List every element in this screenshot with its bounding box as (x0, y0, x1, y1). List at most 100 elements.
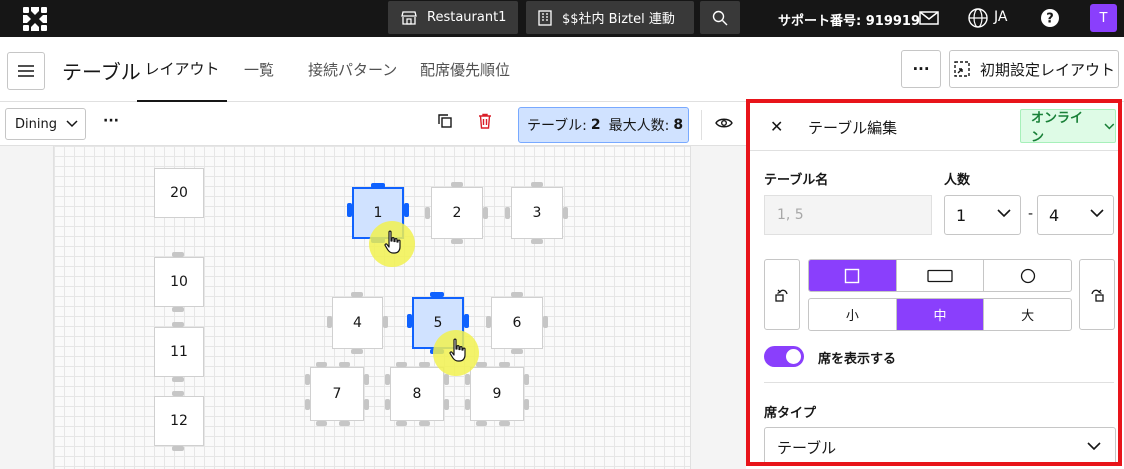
size-large-option[interactable]: 大 (984, 299, 1071, 330)
chair (451, 239, 463, 244)
app-logo-icon[interactable] (22, 6, 48, 32)
capacity-max-value: 4 (1049, 205, 1060, 225)
chair (464, 314, 469, 328)
show-seats-toggle[interactable] (764, 346, 804, 367)
capacity-label: 人数 (944, 173, 971, 188)
shape-circle-option[interactable] (984, 260, 1071, 291)
table-9[interactable]: 9 (470, 367, 524, 421)
integration-button[interactable]: $$社内 Biztel 連動 (526, 1, 694, 34)
chair (444, 374, 449, 385)
table-20[interactable]: 20 (154, 168, 204, 218)
store-icon (401, 10, 417, 25)
chair (172, 377, 184, 382)
tab-list[interactable]: 一覧 (244, 37, 274, 102)
table-4[interactable]: 4 (332, 297, 383, 349)
layout-grid[interactable]: 20 1 2 3 10 4 5 6 11 7 8 9 12 (53, 146, 691, 469)
layout-reset-icon (954, 61, 970, 77)
mail-icon[interactable] (918, 7, 940, 29)
rotate-left-icon (775, 289, 788, 302)
rotate-right-icon (1091, 289, 1104, 302)
area-select[interactable]: Dining (5, 108, 86, 140)
support-number: サポート番号: 919919 (778, 14, 920, 29)
search-icon (712, 10, 728, 25)
chair (383, 316, 388, 328)
help-icon[interactable]: ? (1039, 7, 1061, 29)
more-options-button[interactable]: ··· (901, 50, 941, 88)
chevron-down-icon (997, 209, 1011, 218)
globe-icon[interactable] (967, 7, 989, 29)
chair (505, 207, 510, 219)
table-name-input[interactable]: 1, 5 (764, 195, 932, 235)
user-avatar[interactable]: T (1090, 4, 1117, 32)
svg-text:?: ? (1046, 12, 1054, 27)
size-small-option[interactable]: 小 (809, 299, 897, 330)
chair (404, 203, 409, 217)
table-3[interactable]: 3 (511, 187, 563, 239)
capacity-max-select[interactable]: 4 (1037, 195, 1114, 235)
chair (339, 421, 350, 426)
integration-label: $$社内 Biztel 連動 (562, 12, 675, 27)
table-8[interactable]: 8 (390, 367, 444, 421)
eye-icon[interactable] (715, 116, 733, 130)
table-2[interactable]: 2 (431, 187, 483, 239)
seat-type-label: 席タイプ (764, 406, 817, 421)
chevron-down-icon (1104, 123, 1115, 129)
square-icon (845, 268, 860, 283)
toolbar-divider (701, 110, 702, 140)
status-dropdown[interactable]: オンライン (1020, 109, 1116, 145)
search-button[interactable] (700, 1, 740, 34)
capacity-min-select[interactable]: 1 (944, 195, 1021, 235)
hand-cursor-icon (449, 338, 466, 362)
menu-button[interactable] (7, 52, 45, 90)
reset-layout-label: 初期設定レイアウト (979, 60, 1115, 79)
area-select-value: Dining (15, 116, 57, 132)
table-7[interactable]: 7 (310, 367, 364, 421)
panel-title: テーブル編集 (808, 119, 898, 137)
panel-divider (764, 382, 1114, 383)
top-bar: Restaurant1 $$社内 Biztel 連動 サポート番号: 91991… (0, 0, 1124, 37)
seat-type-value: テーブル (777, 438, 837, 457)
close-icon[interactable]: ✕ (770, 117, 783, 136)
chair (396, 421, 407, 426)
tab-seating-priority[interactable]: 配席優先順位 (420, 37, 510, 102)
chevron-down-icon (1087, 442, 1101, 451)
rotate-left-button[interactable] (764, 259, 800, 330)
chair (476, 421, 487, 426)
reset-layout-button[interactable]: 初期設定レイアウト (949, 50, 1119, 88)
page-header: テーブル レイアウト 一覧 接続パターン 配席優先順位 ··· 初期設定レイアウ… (0, 37, 1124, 102)
delete-icon[interactable] (477, 113, 493, 129)
chair (563, 207, 568, 219)
restaurant-label: Restaurant1 (427, 10, 507, 25)
table-6[interactable]: 6 (491, 297, 543, 349)
tab-layout[interactable]: レイアウト (137, 37, 227, 102)
size-medium-option[interactable]: 中 (896, 299, 985, 330)
chair (483, 207, 488, 219)
chair (351, 349, 363, 354)
layout-toolbar: Dining ··· テーブル: 2 最大人数: 8 (0, 102, 746, 146)
tables-count-label: テーブル: (527, 118, 587, 134)
max-capacity-label: 最大人数: (608, 118, 670, 134)
chevron-down-icon (66, 120, 78, 128)
page-title: テーブル (62, 60, 141, 84)
layout-canvas[interactable]: 20 1 2 3 10 4 5 6 11 7 8 9 12 (0, 146, 746, 469)
toolbar-more-button[interactable]: ··· (103, 113, 119, 129)
building-icon (538, 9, 552, 26)
restaurant-switcher-button[interactable]: Restaurant1 (388, 1, 518, 34)
rectangle-icon (927, 269, 953, 282)
table-12[interactable]: 12 (154, 396, 204, 446)
panel-header: ✕ テーブル編集 オンライン (750, 103, 1118, 151)
chair (543, 316, 548, 328)
chair (316, 421, 327, 426)
circle-icon (1020, 268, 1035, 283)
rotate-right-button[interactable] (1079, 259, 1115, 330)
table-11[interactable]: 11 (154, 327, 204, 377)
table-10[interactable]: 10 (154, 257, 204, 307)
copy-icon[interactable] (437, 113, 453, 129)
shape-selector (808, 259, 1072, 292)
hamburger-icon (18, 65, 34, 77)
language-selector[interactable]: JA (994, 9, 1007, 25)
seat-type-select[interactable]: テーブル (764, 427, 1116, 462)
shape-square-option[interactable] (809, 260, 897, 291)
shape-rectangle-option[interactable] (897, 260, 985, 291)
tab-connection-patterns[interactable]: 接続パターン (308, 37, 397, 102)
